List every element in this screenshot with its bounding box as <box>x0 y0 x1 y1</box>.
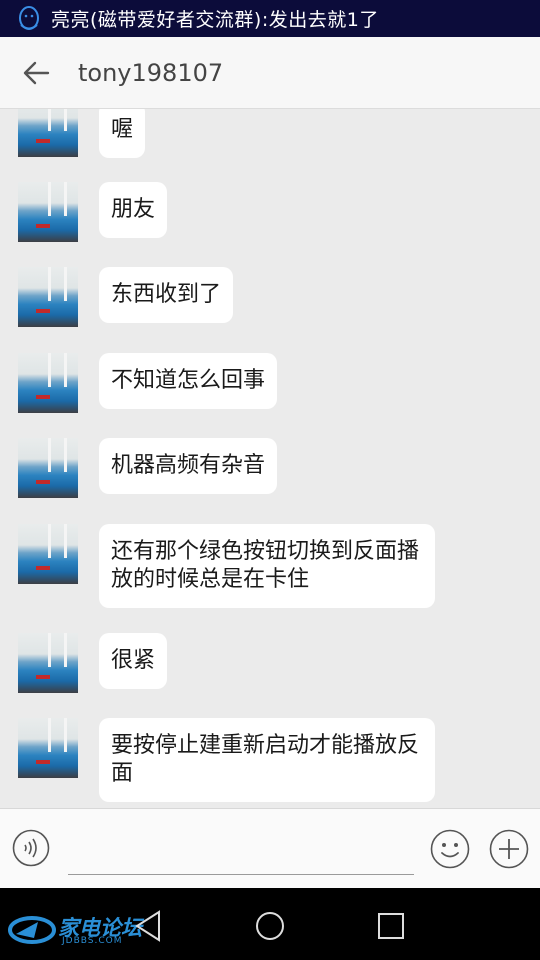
qq-penguin-icon <box>12 0 46 37</box>
avatar[interactable] <box>18 182 78 242</box>
voice-button[interactable] <box>12 829 50 867</box>
status-bar: 亮亮(磁带爱好者交流群):发出去就1了 <box>0 0 540 37</box>
message-bubble[interactable]: 东西收到了 <box>99 267 234 323</box>
triangle-back-icon <box>135 910 160 942</box>
more-button[interactable] <box>489 829 529 869</box>
system-nav-bar: 家电论坛 JDBBS.COM <box>0 888 540 960</box>
avatar[interactable] <box>18 524 78 584</box>
nav-home-button[interactable] <box>252 908 288 944</box>
watermark-domain: JDBBS.COM <box>62 936 123 946</box>
input-bar <box>0 808 540 888</box>
smiley-icon <box>430 829 470 869</box>
nav-back-button[interactable] <box>133 908 169 944</box>
jdbbs-logo-icon <box>8 916 56 944</box>
message-bubble[interactable]: 还有那个绿色按钮切换到反面播放的时候总是在卡住 <box>99 524 435 608</box>
avatar[interactable] <box>18 438 78 498</box>
square-recents-icon <box>378 913 404 939</box>
avatar[interactable] <box>18 267 78 327</box>
message-input[interactable] <box>68 839 414 875</box>
arrow-left-icon <box>23 61 50 84</box>
plus-circle-icon <box>489 829 529 869</box>
message-bubble[interactable]: 喔 <box>99 109 146 158</box>
message-bubble[interactable]: 机器高频有杂音 <box>99 438 278 494</box>
emoji-button[interactable] <box>430 829 470 869</box>
watermark-logo: 家电论坛 JDBBS.COM <box>8 912 142 948</box>
message-bubble[interactable]: 不知道怎么回事 <box>99 353 278 409</box>
avatar[interactable] <box>18 353 78 413</box>
chat-header: tony198107 <box>0 37 540 109</box>
message-bubble[interactable]: 要按停止建重新启动才能播放反面 <box>99 718 435 802</box>
page-title: tony198107 <box>78 58 224 87</box>
message-bubble[interactable]: 很紧 <box>99 633 168 689</box>
avatar[interactable] <box>18 633 78 693</box>
message-list[interactable]: 喔 朋友 东西收到了 不知道怎么回事 机器高频有杂音 还有那个绿色按钮切换到反面… <box>0 109 540 808</box>
circle-home-icon <box>256 912 284 940</box>
avatar[interactable] <box>18 718 78 778</box>
notification-text: 亮亮(磁带爱好者交流群):发出去就1了 <box>51 9 379 31</box>
message-bubble[interactable]: 朋友 <box>99 182 168 238</box>
avatar[interactable] <box>18 109 78 157</box>
back-button[interactable] <box>0 37 72 109</box>
nav-recents-button[interactable] <box>373 908 409 944</box>
voice-wave-icon <box>12 829 50 867</box>
